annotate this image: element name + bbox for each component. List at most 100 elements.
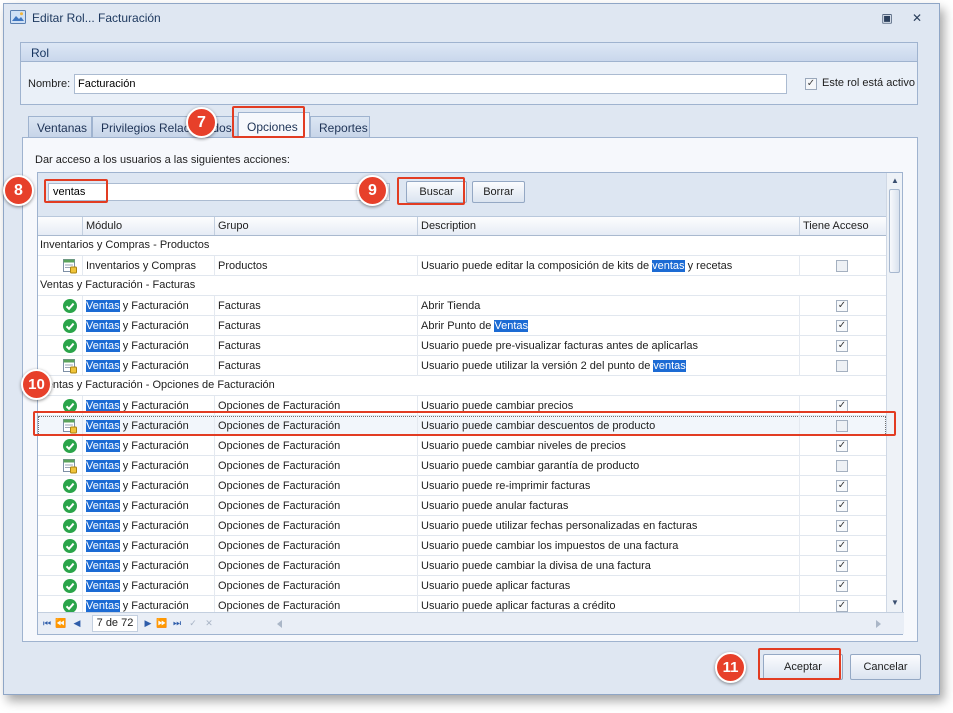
restore-button[interactable]: ▣ <box>879 10 895 26</box>
first-record-icon[interactable]: ⏮ <box>41 617 53 629</box>
aceptar-button[interactable]: Aceptar <box>763 654 843 680</box>
tiene-acceso-checkbox[interactable]: ✓ <box>836 580 848 592</box>
table-row[interactable]: Ventas y Facturación Opciones de Facturac… <box>38 436 886 456</box>
cancel-edit-icon[interactable]: ✕ <box>203 617 215 629</box>
selected-table-row[interactable]: Ventas y Facturación Opciones de Facturac… <box>38 416 886 436</box>
table-row[interactable]: Ventas y Facturación Opciones de Facturac… <box>38 596 886 612</box>
search-match: Ventas <box>86 300 120 312</box>
modulo-cell: Ventas y Facturación <box>82 436 214 456</box>
grupo-cell: Opciones de Facturación <box>214 476 417 496</box>
modulo-cell: Ventas y Facturación <box>82 456 214 476</box>
group-row-label: Ventas y Facturación - Opciones de Factu… <box>40 379 275 391</box>
table-row[interactable]: Ventas y Facturación Opciones de Facturac… <box>38 396 886 416</box>
group-row[interactable]: Ventas y Facturación - Opciones de Factu… <box>38 376 886 396</box>
tab-ventanas[interactable]: Ventanas <box>28 116 92 138</box>
table-row[interactable]: Ventas y Facturación Opciones de Facturac… <box>38 556 886 576</box>
tiene-acceso-checkbox[interactable]: ✓ <box>836 400 848 412</box>
search-match: Ventas <box>494 320 529 332</box>
description-cell: Usuario puede cambiar la divisa de una f… <box>417 556 799 576</box>
rol-groupbox: Rol Nombre: ✓ Este rol está activo <box>20 42 918 105</box>
tiene-acceso-checkbox[interactable]: ✓ <box>836 560 848 572</box>
tiene-acceso-checkbox[interactable]: ✓ <box>836 600 848 612</box>
record-position: 7 de 72 <box>92 615 138 632</box>
table-row[interactable]: Ventas y Facturación Facturas Usuario pued… <box>38 336 886 356</box>
description-text: Abrir Tienda <box>421 300 481 312</box>
tab-opciones[interactable]: Opciones <box>238 112 310 139</box>
scroll-down-icon[interactable]: ▼ <box>890 598 900 608</box>
scroll-thumb[interactable] <box>889 189 900 273</box>
description-cell: Usuario puede utilizar fechas personaliz… <box>417 516 799 536</box>
table-row[interactable]: Ventas y Facturación Opciones de Facturac… <box>38 536 886 556</box>
search-match: Ventas <box>86 520 120 532</box>
description-text: Abrir Punto de <box>421 320 495 332</box>
end-edit-icon[interactable]: ✓ <box>187 617 199 629</box>
tiene-acceso-checkbox[interactable] <box>836 360 848 372</box>
close-button[interactable]: ✕ <box>909 10 925 26</box>
last-record-icon[interactable]: ⏭ <box>171 617 183 629</box>
table-row[interactable]: Ventas y Facturación Opciones de Facturac… <box>38 516 886 536</box>
description-cell: Usuario puede cambiar garantía de produc… <box>417 456 799 476</box>
callout-8: 8 <box>3 175 34 206</box>
group-row[interactable]: Inventarios y Compras - Productos <box>38 236 886 256</box>
tiene-acceso-checkbox[interactable]: ✓ <box>836 540 848 552</box>
table-row[interactable]: Ventas y Facturación Opciones de Facturac… <box>38 456 886 476</box>
tiene-acceso-checkbox[interactable]: ✓ <box>836 320 848 332</box>
prev-record-icon[interactable]: ◀ <box>71 617 83 629</box>
modulo-text: y Facturación <box>119 300 189 312</box>
grupo-cell: Facturas <box>214 316 417 336</box>
table-row[interactable]: Ventas y Facturación Facturas Usuario pued… <box>38 356 886 376</box>
opciones-tab-page: Dar acceso a los usuarios a las siguient… <box>22 137 918 642</box>
activo-checkbox[interactable]: ✓ <box>805 78 817 90</box>
horizontal-scrollbar[interactable] <box>274 618 884 630</box>
modulo-text: y Facturación <box>119 320 189 332</box>
tiene-acceso-checkbox[interactable]: ✓ <box>836 340 848 352</box>
vertical-scrollbar[interactable]: ▲ ▼ <box>886 173 902 612</box>
buscar-button[interactable]: Buscar <box>406 181 467 203</box>
tiene-acceso-checkbox[interactable]: ✓ <box>836 300 848 312</box>
description-text: Usuario puede cambiar garantía de produc… <box>421 460 640 472</box>
table-row[interactable]: Ventas y Facturación Facturas Abrir Punto … <box>38 316 886 336</box>
pending-icon <box>63 419 77 434</box>
table-row[interactable]: Ventas y Facturación Opciones de Facturac… <box>38 496 886 516</box>
modulo-text: y Facturación <box>119 400 189 412</box>
modulo-text: y Facturación <box>119 440 189 452</box>
search-match: Ventas <box>86 560 120 572</box>
description-cell: Abrir Punto de Ventas <box>417 316 799 336</box>
col-description[interactable]: Description <box>417 217 799 235</box>
tab-reportes[interactable]: Reportes <box>310 116 370 138</box>
description-cell: Abrir Tienda <box>417 296 799 316</box>
app-icon <box>10 10 26 24</box>
tiene-acceso-checkbox[interactable] <box>836 460 848 472</box>
table-row[interactable]: Ventas y Facturación Opciones de Facturac… <box>38 576 886 596</box>
description-cell: Usuario puede aplicar facturas a crédito <box>417 596 799 612</box>
tiene-acceso-checkbox[interactable]: ✓ <box>836 480 848 492</box>
tiene-acceso-checkbox[interactable] <box>836 260 848 272</box>
borrar-button[interactable]: Borrar <box>472 181 525 203</box>
col-acceso[interactable]: Tiene Acceso <box>799 217 886 235</box>
table-row[interactable]: Inventarios y Compras Productos Usuario pu… <box>38 256 886 276</box>
cancelar-button[interactable]: Cancelar <box>850 654 921 680</box>
callout-9: 9 <box>357 175 388 206</box>
description-cell: Usuario puede cambiar descuentos de prod… <box>417 416 799 436</box>
scroll-up-icon[interactable]: ▲ <box>890 176 900 186</box>
table-row[interactable]: Ventas y Facturación Facturas Abrir Tienda… <box>38 296 886 316</box>
prev-page-icon[interactable]: ⏪ <box>55 617 67 629</box>
tiene-acceso-checkbox[interactable] <box>836 420 848 432</box>
group-row[interactable]: Ventas y Facturación - Facturas <box>38 276 886 296</box>
col-grupo[interactable]: Grupo <box>214 217 417 235</box>
modulo-text: y Facturación <box>119 460 189 472</box>
next-record-icon[interactable]: ▶ <box>142 617 154 629</box>
granted-icon <box>63 439 77 453</box>
next-page-icon[interactable]: ⏩ <box>156 617 168 629</box>
grupo-cell: Opciones de Facturación <box>214 536 417 556</box>
tiene-acceso-checkbox[interactable]: ✓ <box>836 440 848 452</box>
search-input[interactable] <box>48 183 378 201</box>
col-modulo[interactable]: Módulo <box>82 217 214 235</box>
tiene-acceso-checkbox[interactable]: ✓ <box>836 520 848 532</box>
table-row[interactable]: Ventas y Facturación Opciones de Facturac… <box>38 476 886 496</box>
tiene-acceso-checkbox[interactable]: ✓ <box>836 500 848 512</box>
nombre-input[interactable] <box>74 74 787 94</box>
granted-icon <box>63 599 77 612</box>
description-cell: Usuario puede editar la composición de k… <box>417 256 799 276</box>
modulo-cell: Ventas y Facturación <box>82 596 214 612</box>
